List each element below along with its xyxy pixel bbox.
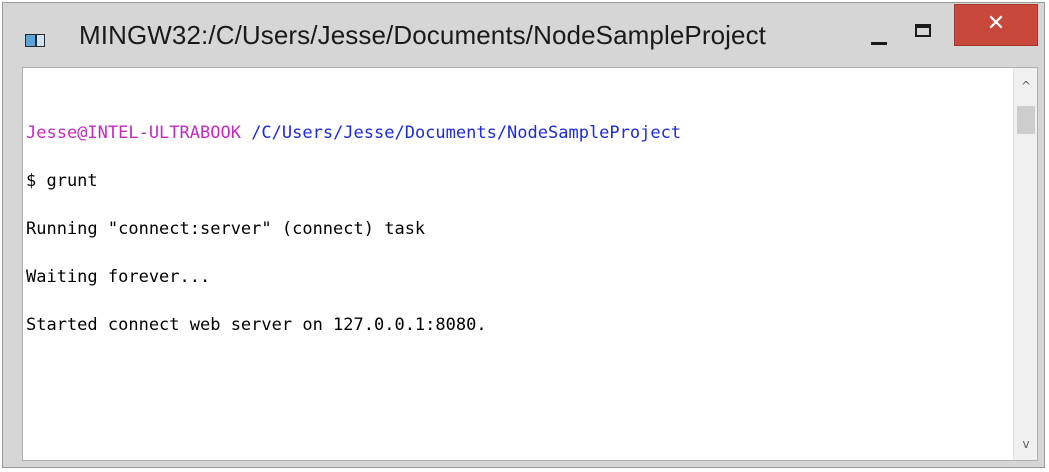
title-bar[interactable]: MINGW32:/C/Users/Jesse/Documents/NodeSam…: [3, 3, 1044, 67]
terminal-line: Started connect web server on 127.0.0.1:…: [26, 315, 487, 335]
vertical-scrollbar[interactable]: ^ v: [1013, 68, 1037, 460]
close-button[interactable]: ✕: [954, 4, 1038, 46]
maximize-button[interactable]: [911, 18, 941, 48]
terminal-line: Running "connect:server" (connect) task: [26, 219, 426, 239]
minimize-icon: [871, 42, 887, 45]
terminal-line: Waiting forever...: [26, 267, 211, 287]
minimize-button[interactable]: [867, 29, 891, 51]
scroll-up-arrow-icon[interactable]: ^: [1014, 74, 1037, 98]
close-icon: ✕: [986, 11, 1006, 36]
maximize-icon: [915, 24, 931, 37]
window-title: MINGW32:/C/Users/Jesse/Documents/NodeSam…: [79, 20, 767, 50]
terminal-line: $ grunt: [26, 171, 98, 191]
terminal-output[interactable]: Jesse@INTEL-ULTRABOOK /C/Users/Jesse/Doc…: [22, 67, 1038, 461]
prompt-cwd: /C/Users/Jesse/Documents/NodeSampleProje…: [251, 123, 682, 143]
prompt-user-host: Jesse@INTEL-ULTRABOOK: [26, 123, 241, 143]
terminal-app-icon[interactable]: [25, 34, 45, 47]
terminal-window: MINGW32:/C/Users/Jesse/Documents/NodeSam…: [2, 2, 1045, 468]
scroll-thumb[interactable]: [1017, 106, 1035, 134]
scroll-down-arrow-icon[interactable]: v: [1014, 432, 1037, 456]
prompt-line: Jesse@INTEL-ULTRABOOK /C/Users/Jesse/Doc…: [26, 123, 682, 143]
